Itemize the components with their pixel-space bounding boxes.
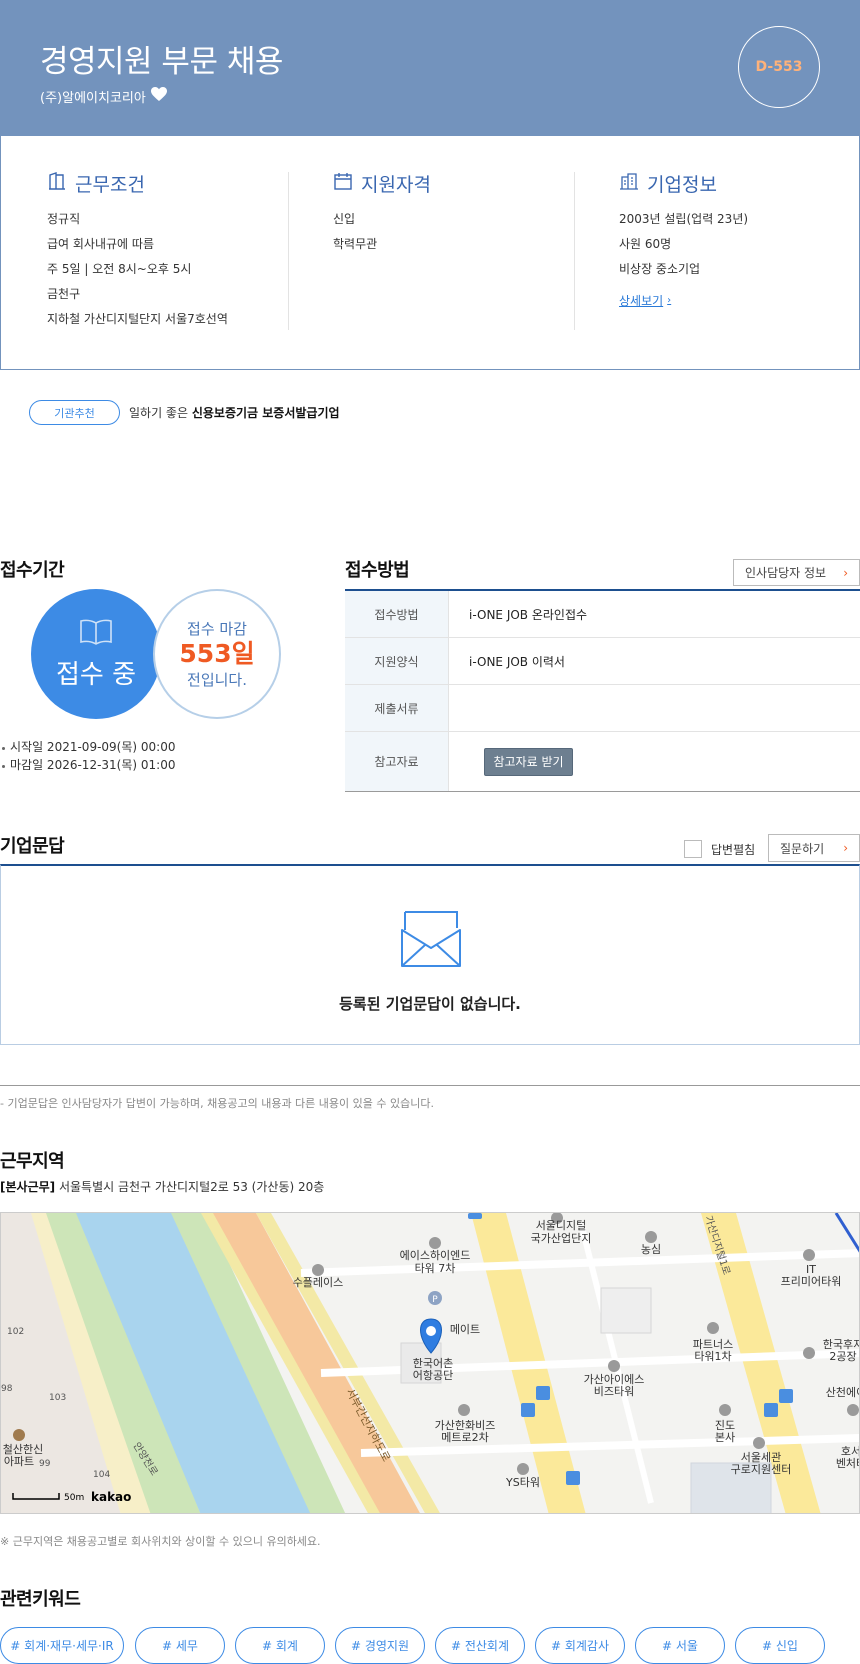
qualifications: 지원자격 신입 학력무관	[333, 170, 431, 257]
chevron-right-icon: ›	[667, 295, 672, 306]
column-divider	[574, 172, 575, 330]
company-name[interactable]: (주)알에이치코리아	[40, 87, 146, 106]
company-employees: 사원 60명	[619, 237, 672, 251]
map-label: 102	[7, 1327, 24, 1337]
company-name-row[interactable]: (주)알에이치코리아	[40, 86, 168, 106]
qualification-career: 신입	[333, 212, 356, 226]
map-label: 103	[49, 1393, 66, 1403]
envelope-icon	[399, 908, 463, 974]
period-title: 접수기간	[0, 560, 65, 581]
company-detail-link[interactable]: 상세보기 ›	[619, 292, 671, 309]
keyword-tag[interactable]: # 전산회계	[435, 1627, 525, 1664]
open-book-icon	[79, 618, 113, 650]
keyword-tag[interactable]: # 세무	[135, 1627, 225, 1664]
condition-region: 금천구	[47, 287, 81, 301]
job-header: 경영지원 부문 채용 (주)알에이치코리아 D-553	[0, 0, 860, 136]
company-info: 기업정보 2003년 설립(업력 23년) 사원 60명 비상장 중소기업 상세…	[619, 170, 748, 309]
heart-icon[interactable]	[150, 86, 168, 106]
work-conditions-heading: 근무조건	[47, 170, 228, 197]
map-label: 어항공단	[413, 1369, 453, 1382]
map-label: 비즈타워	[594, 1385, 634, 1398]
job-summary-box: 근무조건 정규직 급여 회사내규에 따름 주 5일 | 오전 8시~오후 5시 …	[0, 136, 860, 370]
condition-salary: 급여 회사내규에 따름	[47, 237, 154, 251]
map-label: 프리미어타워	[781, 1275, 842, 1288]
qa-title: 기업문답	[0, 836, 65, 857]
map-label: YS타워	[505, 1476, 540, 1489]
chevron-right-icon: ›	[843, 841, 848, 855]
keyword-tag[interactable]: # 신입	[735, 1627, 825, 1664]
qa-empty-message: 등록된 기업문답이 없습니다.	[339, 995, 521, 1013]
building-icon	[619, 171, 639, 196]
map-label: 수플레이스	[293, 1276, 344, 1289]
company-info-heading: 기업정보	[619, 170, 748, 197]
qa-note: - 기업문답은 인사담당자가 답변이 가능하며, 채용공고의 내용과 다른 내용…	[0, 1097, 434, 1110]
table-row: 제출서류	[345, 685, 860, 732]
keywords-title: 관련키워드	[0, 1589, 81, 1610]
door-icon	[47, 171, 67, 196]
map-label: 메이트	[450, 1323, 480, 1336]
status-text: 접수 중	[55, 659, 137, 690]
map-label: 타워 7차	[415, 1262, 456, 1275]
chevron-right-icon: ›	[843, 565, 848, 580]
map-label: 서울디지털	[536, 1219, 587, 1232]
expand-answers-label[interactable]: 답변펼침	[711, 841, 755, 858]
qualifications-heading: 지원자격	[333, 170, 431, 197]
map-brand: kakao	[91, 1490, 131, 1504]
method-title: 접수방법	[345, 560, 410, 581]
job-title: 경영지원 부문 채용	[40, 44, 283, 80]
work-conditions: 근무조건 정규직 급여 회사내규에 따름 주 5일 | 오전 8시~오후 5시 …	[47, 170, 228, 332]
condition-subway: 지하철 가산디지털단지 서울7호선역	[47, 312, 228, 326]
recommend-badge: 기관추천	[29, 400, 120, 425]
table-row: 지원양식 i-ONE JOB 이력서	[345, 638, 860, 685]
method-table: 접수방법 i-ONE JOB 온라인접수 지원양식 i-ONE JOB 이력서 …	[345, 589, 860, 792]
keyword-tag[interactable]: # 회계감사	[535, 1627, 625, 1664]
map-label: 타워1차	[694, 1350, 731, 1363]
map-label: 메트로2차	[441, 1431, 488, 1444]
keyword-tag[interactable]: # 경영지원	[335, 1627, 425, 1664]
map-label: 98	[1, 1384, 13, 1394]
divider	[0, 1085, 860, 1086]
location-title: 근무지역	[0, 1151, 65, 1172]
map-label: 아파트	[4, 1455, 34, 1468]
table-row: 접수방법 i-ONE JOB 온라인접수	[345, 591, 860, 638]
keyword-tag[interactable]: # 서울	[635, 1627, 725, 1664]
keyword-tag[interactable]: # 회계	[235, 1627, 325, 1664]
location-note: ※ 근무지역은 채용공고별로 회사위치와 상이할 수 있으니 유의하세요.	[0, 1535, 321, 1548]
map-label: 구로지원센터	[731, 1463, 792, 1476]
condition-schedule: 주 5일 | 오전 8시~오후 5시	[47, 262, 192, 276]
company-type: 비상장 중소기업	[619, 262, 701, 276]
condition-employment-type: 정규직	[47, 212, 81, 226]
map-label: 농심	[641, 1243, 661, 1256]
map-label: 에이스하이엔드	[400, 1248, 471, 1262]
map-label: 산천에이	[826, 1385, 860, 1399]
dday-badge: D-553	[738, 26, 820, 108]
expand-answers-checkbox[interactable]	[684, 840, 702, 858]
work-address: [본사근무] 서울특별시 금천구 가산디지털2로 53 (가산동) 20층	[0, 1180, 325, 1194]
map-label: 본사	[715, 1431, 735, 1444]
table-row: 참고자료 참고자료 받기	[345, 732, 860, 792]
end-date: 마감일 2026-12-31(목) 01:00	[1, 758, 176, 772]
map-label: 국가산업단지	[531, 1232, 592, 1245]
download-reference-button[interactable]: 참고자료 받기	[484, 747, 573, 776]
company-founded: 2003년 설립(업력 23년)	[619, 212, 749, 226]
location-map[interactable]: P 서울디지털 국가산업단지 에이스하이엔드 타워 7차 농심 IT 프리미어타…	[0, 1212, 860, 1514]
keyword-tag[interactable]: # 회계·재무·세무·IR	[0, 1627, 124, 1664]
deadline-circle: 접수 마감 553일 전입니다.	[153, 589, 281, 719]
svg-text:P: P	[432, 1295, 438, 1305]
qualification-education: 학력무관	[333, 237, 378, 251]
qa-list	[0, 864, 860, 1045]
recommend-text: 일하기 좋은 신용보증기금 보증서발급기업	[129, 406, 340, 420]
column-divider	[288, 172, 289, 330]
deadline-days: 553일	[179, 639, 255, 668]
map-label: 99	[39, 1459, 51, 1469]
map-label: 104	[93, 1470, 110, 1480]
map-label: 벤처타	[836, 1457, 860, 1470]
calendar-icon	[333, 171, 353, 196]
start-date: 시작일 2021-09-09(목) 00:00	[1, 740, 176, 754]
status-circle: 접수 중	[31, 589, 161, 719]
ask-question-button[interactable]: 질문하기 ›	[768, 834, 860, 862]
map-label: 2공장	[829, 1350, 856, 1363]
map-scale: 50m	[64, 1493, 84, 1503]
hr-contact-button[interactable]: 인사담당자 정보 ›	[733, 559, 860, 586]
